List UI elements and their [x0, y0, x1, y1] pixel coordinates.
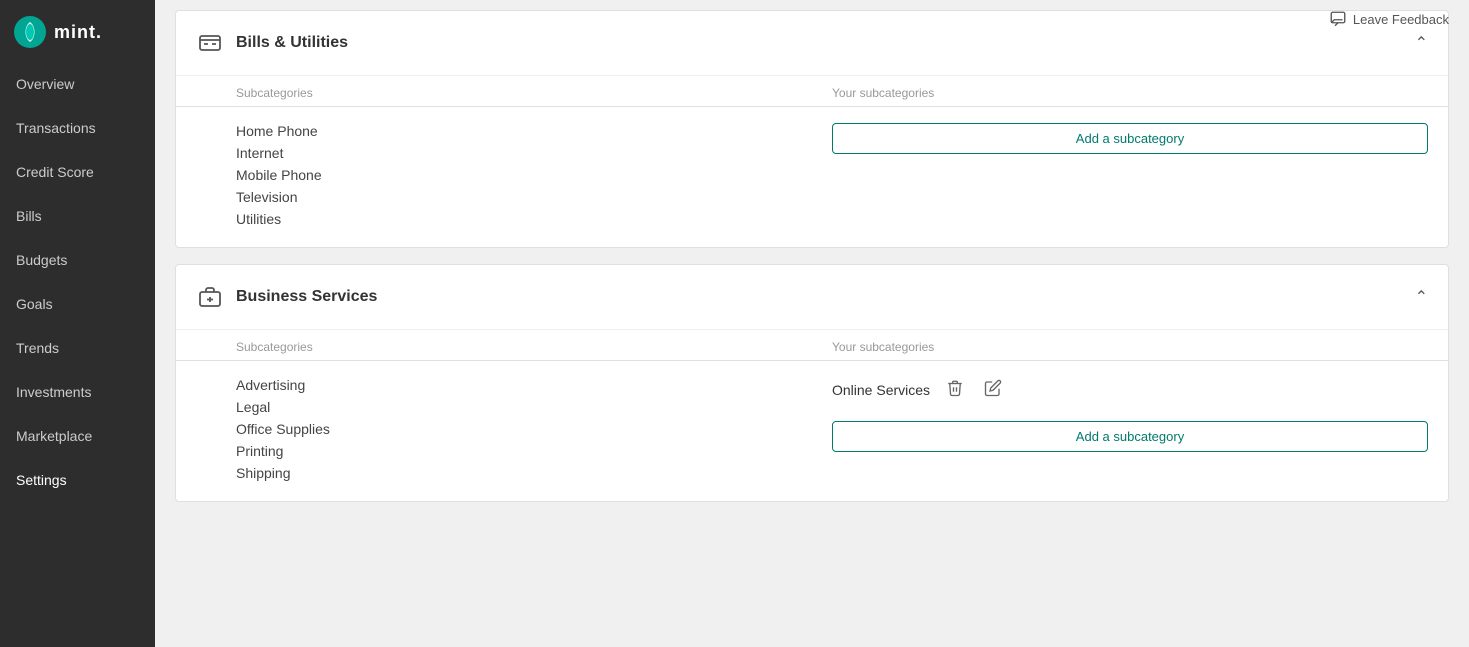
logo: mint. [0, 0, 155, 62]
business-services-icon [196, 283, 224, 311]
pencil-icon [984, 379, 1002, 397]
bills-utilities-header-left: Bills & Utilities [196, 29, 348, 57]
sidebar-nav: Overview Transactions Credit Score Bills… [0, 62, 155, 647]
list-item: Mobile Phone [236, 167, 832, 183]
sidebar-item-transactions[interactable]: Transactions [0, 106, 155, 150]
sidebar-item-overview[interactable]: Overview [0, 62, 155, 106]
business-services-header-row: Subcategories Your subcategories [176, 330, 1448, 361]
bills-utilities-title: Bills & Utilities [236, 34, 348, 52]
business-services-subcategory-list: Advertising Legal Office Supplies Printi… [236, 377, 832, 481]
bills-utilities-col2-header: Your subcategories [832, 86, 1428, 100]
list-item: Advertising [236, 377, 832, 393]
bills-utilities-icon [196, 29, 224, 57]
business-services-header[interactable]: Business Services ⌃ [176, 265, 1448, 330]
main-content: Leave Feedback Bills & Utilities [155, 0, 1469, 647]
sidebar-item-budgets[interactable]: Budgets [0, 238, 155, 282]
topbar: Leave Feedback [1309, 0, 1469, 38]
edit-subcategory-button[interactable] [980, 377, 1006, 403]
mint-wordmark: mint. [54, 22, 102, 43]
list-item: Internet [236, 145, 832, 161]
business-services-title: Business Services [236, 288, 377, 306]
bills-utilities-header-row: Subcategories Your subcategories [176, 76, 1448, 107]
your-subcategory-name: Online Services [832, 382, 930, 398]
bills-utilities-section: Bills & Utilities ⌃ Subcategories Your s… [175, 10, 1449, 248]
business-services-table: Subcategories Your subcategories Adverti… [176, 330, 1448, 501]
list-item: Office Supplies [236, 421, 832, 437]
business-services-body: Advertising Legal Office Supplies Printi… [176, 361, 1448, 501]
business-services-col1-header: Subcategories [236, 340, 832, 354]
business-services-your-subcategories: Online Services [832, 377, 1428, 481]
bills-utilities-subcategory-list: Home Phone Internet Mobile Phone Televis… [236, 123, 832, 227]
sections-container: Bills & Utilities ⌃ Subcategories Your s… [155, 10, 1469, 538]
business-services-col2-header: Your subcategories [832, 340, 1428, 354]
mint-logo-icon [14, 16, 46, 48]
sidebar-item-goals[interactable]: Goals [0, 282, 155, 326]
bills-utilities-header[interactable]: Bills & Utilities ⌃ [176, 11, 1448, 76]
sidebar-item-trends[interactable]: Trends [0, 326, 155, 370]
list-item: Home Phone [236, 123, 832, 139]
business-services-chevron: ⌃ [1415, 287, 1428, 307]
bills-utilities-body: Home Phone Internet Mobile Phone Televis… [176, 107, 1448, 247]
trash-icon [946, 379, 964, 397]
sidebar-item-credit-score[interactable]: Credit Score [0, 150, 155, 194]
sidebar: mint. Overview Transactions Credit Score… [0, 0, 155, 647]
feedback-icon [1329, 10, 1347, 28]
list-item: Legal [236, 399, 832, 415]
your-subcategory-entry: Online Services [832, 377, 1428, 403]
delete-subcategory-button[interactable] [942, 377, 968, 403]
business-services-section: Business Services ⌃ Subcategories Your s… [175, 264, 1449, 502]
sidebar-item-settings[interactable]: Settings [0, 458, 155, 502]
leave-feedback-button[interactable]: Leave Feedback [1329, 10, 1449, 28]
sidebar-item-marketplace[interactable]: Marketplace [0, 414, 155, 458]
business-services-header-left: Business Services [196, 283, 377, 311]
bills-utilities-table: Subcategories Your subcategories Home Ph… [176, 76, 1448, 247]
feedback-label: Leave Feedback [1353, 12, 1449, 27]
bills-utilities-col1-header: Subcategories [236, 86, 832, 100]
list-item: Utilities [236, 211, 832, 227]
sidebar-item-bills[interactable]: Bills [0, 194, 155, 238]
list-item: Shipping [236, 465, 832, 481]
list-item: Television [236, 189, 832, 205]
business-services-add-subcategory-button[interactable]: Add a subcategory [832, 421, 1428, 452]
list-item: Printing [236, 443, 832, 459]
sidebar-item-investments[interactable]: Investments [0, 370, 155, 414]
bills-utilities-your-subcategories: Add a subcategory [832, 123, 1428, 227]
bills-utilities-add-subcategory-button[interactable]: Add a subcategory [832, 123, 1428, 154]
